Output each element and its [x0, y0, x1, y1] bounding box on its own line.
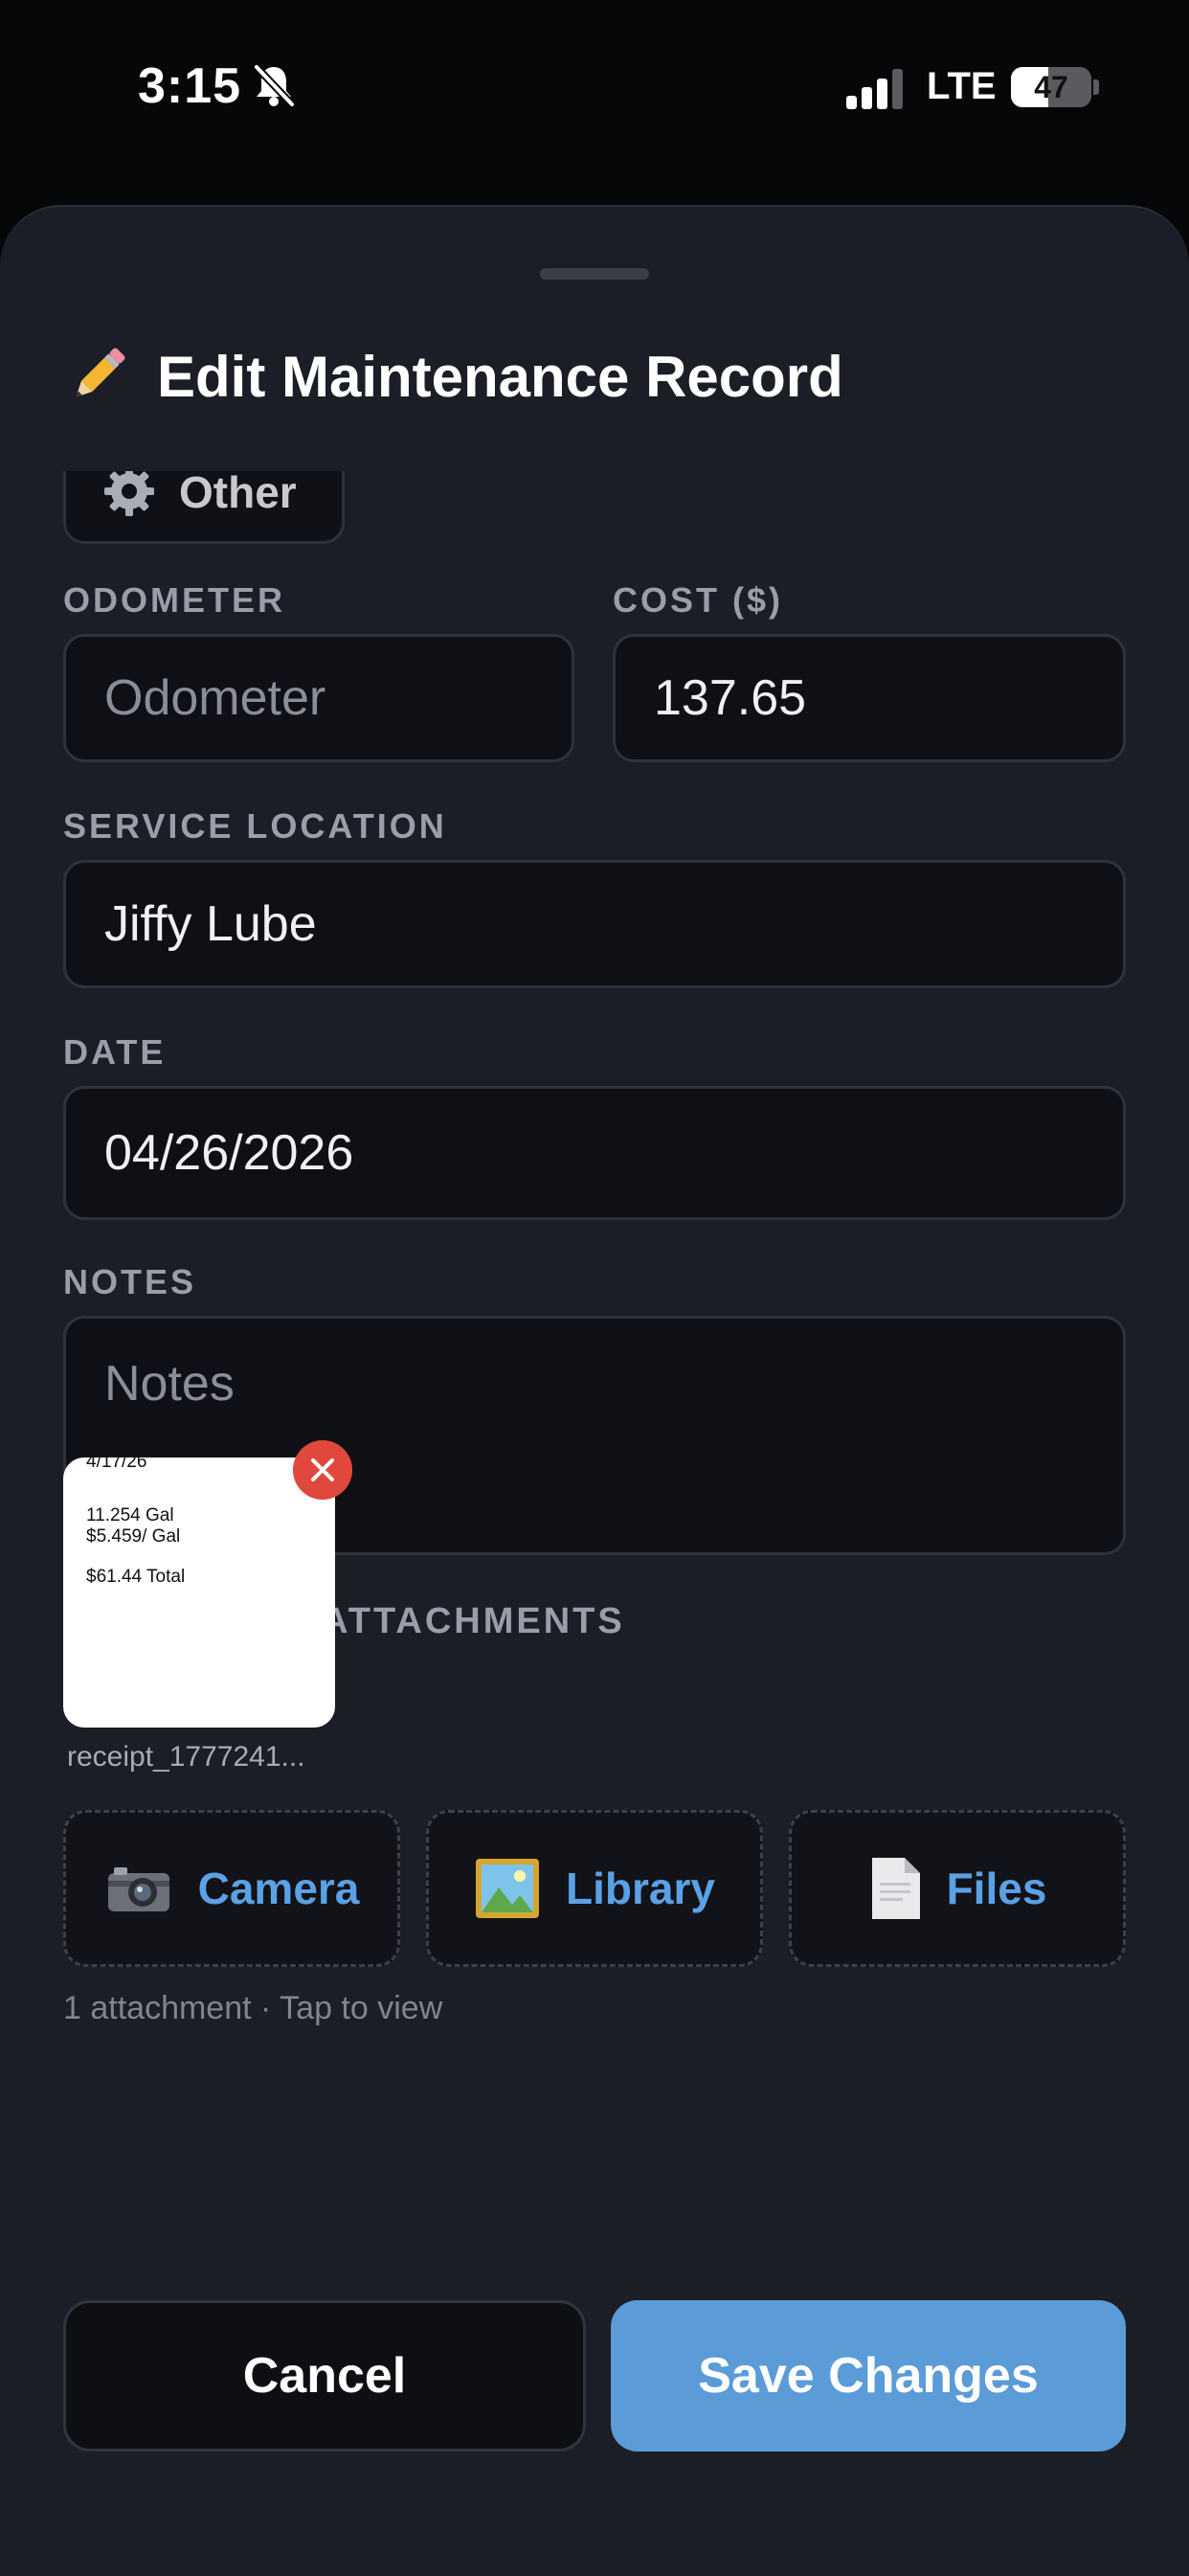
date-input[interactable]: 04/26/2026	[63, 1086, 1126, 1220]
signal-bars-icon	[846, 69, 903, 109]
receipt-line: 11.254 Gal	[86, 1505, 174, 1525]
sheet-title: Edit Maintenance Record	[63, 341, 843, 410]
cost-label: COST ($)	[613, 580, 784, 620]
camera-icon	[107, 1867, 169, 1911]
library-button-label: Library	[566, 1864, 715, 1913]
remove-attachment-button[interactable]	[293, 1440, 352, 1500]
save-changes-button[interactable]: Save Changes	[611, 2300, 1126, 2452]
receipt-thumbnail[interactable]: 4/17/26 11.254 Gal $5.459/ Gal $61.44 To…	[63, 1457, 335, 1728]
category-chip-label: Other	[179, 471, 297, 517]
receipt-line: $5.459/ Gal	[86, 1526, 181, 1547]
receipt-line: 4/17/26	[86, 1457, 147, 1472]
camera-button-label: Camera	[197, 1864, 360, 1913]
gear-icon	[104, 471, 154, 516]
document-icon	[871, 1858, 920, 1919]
pencil-icon	[76, 348, 125, 397]
bell-slash-icon	[254, 64, 295, 107]
service-location-input[interactable]: Jiffy Lube	[63, 860, 1126, 988]
date-label: DATE	[63, 1032, 167, 1072]
notes-label: NOTES	[63, 1262, 197, 1301]
battery-tip	[1093, 79, 1099, 95]
odometer-input[interactable]: Odometer	[63, 634, 574, 762]
status-time: 3:15	[138, 58, 242, 114]
picture-icon	[476, 1859, 540, 1918]
status-bar: 3:15 LTE 47	[0, 0, 1189, 177]
receipt-line: $61.44 Total	[86, 1567, 186, 1587]
category-chip-viewport: Other	[0, 471, 1189, 550]
battery-icon: 47	[1011, 67, 1091, 107]
cost-input[interactable]: 137.65	[613, 634, 1126, 762]
network-type: LTE	[927, 65, 997, 107]
odometer-label: ODOMETER	[63, 580, 286, 620]
library-button[interactable]: Library	[426, 1810, 763, 1967]
sheet-grabber[interactable]	[540, 268, 649, 280]
files-button-label: Files	[946, 1864, 1047, 1913]
attachment-filename: receipt_1777241...	[67, 1741, 305, 1773]
cancel-button[interactable]: Cancel	[63, 2300, 586, 2452]
battery-level: 47	[1034, 70, 1068, 104]
category-chip[interactable]: Other	[63, 471, 345, 544]
files-button[interactable]: Files	[789, 1810, 1126, 1967]
edit-record-sheet: Edit Maintenance Record Other ODOMETER C…	[0, 205, 1189, 2576]
attachment-count[interactable]: 1 attachment · Tap to view	[63, 1990, 442, 2027]
sheet-title-text: Edit Maintenance Record	[157, 345, 843, 409]
service-location-label: SERVICE LOCATION	[63, 806, 447, 846]
camera-button[interactable]: Camera	[63, 1810, 400, 1967]
